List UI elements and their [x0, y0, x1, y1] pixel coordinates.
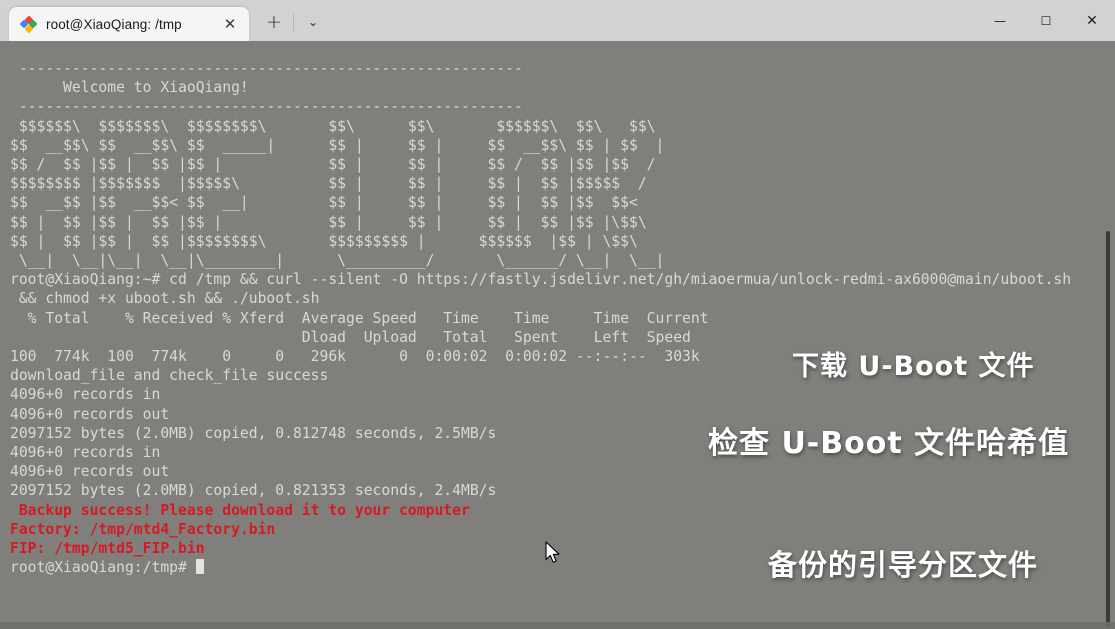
terminal-line: $$$$$$\ $$$$$$$\ $$$$$$$$\ $$\ $$\ $$$$$…: [10, 117, 656, 135]
tab-separator: [293, 14, 294, 31]
chevron-down-icon[interactable]: ⌄: [296, 5, 330, 39]
terminal-line: $$ __$$ |$$ __$$< $$ __| $$ | $$ | $$ | …: [10, 194, 638, 212]
terminal-line: \__| \__|\__| \__|\________| \_________/…: [10, 252, 665, 270]
terminal-scrollbar[interactable]: [1101, 41, 1114, 629]
terminal-line: && chmod +x uboot.sh && ./uboot.sh: [10, 290, 320, 308]
close-tab-icon[interactable]: ✕: [217, 11, 243, 37]
terminal-line: Factory: /tmp/mtd4_Factory.bin: [10, 520, 276, 538]
terminal-line: root@XiaoQiang:~# cd /tmp && curl --sile…: [10, 271, 1072, 289]
terminal-line: $$ __$$\ $$ __$$\ $$ _____| $$ | $$ | $$…: [10, 136, 665, 154]
terminal-line: ----------------------------------------…: [10, 60, 523, 77]
terminal-line: ----------------------------------------…: [10, 98, 523, 116]
terminal-line: $$$$$$$$ |$$$$$$$ |$$$$$\ $$ | $$ | $$ |…: [10, 175, 647, 193]
tab-strip: root@XiaoQiang: /tmp ✕ + ⌄: [0, 0, 330, 41]
new-tab-button[interactable]: +: [257, 5, 291, 39]
tab-title: root@XiaoQiang: /tmp: [46, 16, 182, 32]
window-bottom-edge: [0, 622, 1115, 629]
terminal-line: 2097152 bytes (2.0MB) copied, 0.821353 s…: [10, 482, 497, 500]
xiaoqiang-diamond-icon: [19, 14, 38, 34]
terminal-line: 4096+0 records out: [10, 463, 170, 481]
close-button[interactable]: ✕: [1069, 0, 1115, 41]
tab-root-tmp[interactable]: root@XiaoQiang: /tmp ✕: [9, 7, 249, 41]
terminal-window: root@XiaoQiang: /tmp ✕ + ⌄ — ☐ ✕ -------…: [0, 0, 1115, 629]
title-bar: root@XiaoQiang: /tmp ✕ + ⌄ — ☐ ✕: [0, 0, 1115, 41]
terminal-line: $$ | $$ |$$ | $$ |$$ | $$ | $$ | $$ | $$…: [10, 213, 647, 231]
terminal-output: ----------------------------------------…: [0, 41, 1105, 577]
minimize-button[interactable]: —: [977, 0, 1023, 41]
terminal-prompt: root@XiaoQiang:/tmp#: [10, 559, 196, 577]
terminal-line: $$ | $$ |$$ | $$ |$$$$$$$$\ $$$$$$$$$ | …: [10, 232, 638, 250]
terminal-body[interactable]: ----------------------------------------…: [0, 41, 1115, 629]
terminal-line: 4096+0 records in: [10, 386, 161, 404]
annotation-backup-files: 备份的引导分区文件: [768, 548, 1039, 582]
annotation-check-hash: 检查 U-Boot 文件哈希值: [708, 426, 1070, 461]
scrollbar-thumb[interactable]: [1106, 231, 1110, 627]
terminal-line: Welcome to XiaoQiang!: [10, 79, 249, 97]
window-controls: — ☐ ✕: [977, 0, 1115, 41]
maximize-button[interactable]: ☐: [1023, 0, 1069, 41]
terminal-line: % Total % Received % Xferd Average Speed…: [10, 309, 709, 327]
annotation-download-uboot: 下载 U-Boot 文件: [792, 351, 1035, 382]
terminal-line: Backup success! Please download it to yo…: [10, 501, 470, 519]
terminal-cursor: [195, 559, 204, 575]
terminal-line: $$ / $$ |$$ | $$ |$$ | $$ | $$ | $$ / $$…: [10, 156, 656, 174]
